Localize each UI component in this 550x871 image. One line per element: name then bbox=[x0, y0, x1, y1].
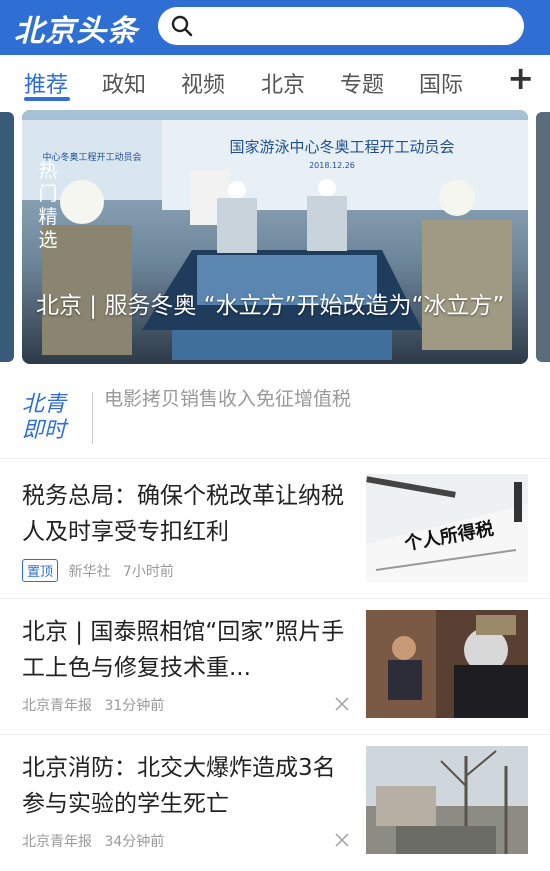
close-icon[interactable] bbox=[334, 696, 350, 712]
news-title: 北京 | 国泰照相馆“回家”照片手工上色与修复技术重... bbox=[22, 619, 345, 681]
news-thumbnail bbox=[366, 610, 528, 718]
news-time: 31分钟前 bbox=[104, 698, 165, 714]
tab-video[interactable]: 视频 bbox=[181, 67, 225, 99]
add-tab-button[interactable]: + bbox=[507, 59, 534, 97]
news-thumbnail bbox=[366, 746, 528, 854]
carousel-prev-peek[interactable] bbox=[0, 112, 14, 362]
top-bar: 北京头条 bbox=[0, 0, 550, 55]
pinned-badge: 置顶 bbox=[22, 559, 59, 582]
news-item[interactable]: 税务总局：确保个税改革让纳税人及时享受专扣红利 置顶 新华社 7小时前 个人所得… bbox=[0, 470, 550, 598]
hero-title: 北京 | 服务冬奥 “水立方”开始改造为“冰立方” bbox=[36, 293, 505, 319]
hero-card[interactable]: 国家游泳中心冬奥工程开工动员会 2018.12.26 中心冬奥工程开工动员会 热… bbox=[22, 110, 528, 364]
tab-beijing[interactable]: 北京 bbox=[261, 67, 305, 99]
category-tabs: 推荐 政知 视频 北京 专题 国际 + bbox=[0, 55, 550, 105]
app-logo: 北京头条 bbox=[14, 14, 138, 49]
news-meta: 北京青年报 31分钟前 bbox=[22, 695, 164, 715]
divider bbox=[0, 598, 550, 599]
banner-date: 2018.12.26 bbox=[309, 161, 355, 170]
active-tab-indicator bbox=[24, 97, 70, 101]
divider bbox=[0, 458, 550, 459]
hero-image: 国家游泳中心冬奥工程开工动员会 2018.12.26 中心冬奥工程开工动员会 bbox=[22, 110, 528, 364]
news-thumbnail: 个人所得税 bbox=[366, 474, 528, 582]
hot-picks-tag: 热门精选 bbox=[38, 160, 58, 251]
tab-international[interactable]: 国际 bbox=[419, 67, 463, 99]
beiqing-logo: 北青 即时 bbox=[22, 392, 67, 443]
banner-text: 国家游泳中心冬奥工程开工动员会 bbox=[229, 138, 454, 156]
divider bbox=[0, 734, 550, 735]
tab-recommend[interactable]: 推荐 bbox=[24, 67, 68, 99]
news-source: 北京青年报 bbox=[22, 698, 92, 714]
news-meta: 置顶 新华社 7小时前 bbox=[22, 559, 174, 582]
news-source: 北京青年报 bbox=[22, 834, 92, 850]
search-icon bbox=[171, 15, 193, 37]
news-item[interactable]: 北京 | 国泰照相馆“回家”照片手工上色与修复技术重... 北京青年报 31分钟… bbox=[0, 606, 550, 734]
news-time: 34分钟前 bbox=[104, 834, 165, 850]
news-source: 新华社 bbox=[68, 564, 111, 580]
divider bbox=[92, 392, 93, 444]
tab-topics[interactable]: 专题 bbox=[340, 67, 384, 99]
tab-politics[interactable]: 政知 bbox=[102, 67, 146, 99]
news-meta: 北京青年报 34分钟前 bbox=[22, 831, 164, 851]
news-title: 北京消防：北交大爆炸造成3名参与实验的学生死亡 bbox=[22, 755, 336, 817]
news-time: 7小时前 bbox=[122, 564, 174, 580]
news-item[interactable]: 北京消防：北交大爆炸造成3名参与实验的学生死亡 北京青年报 34分钟前 bbox=[0, 742, 550, 870]
close-icon[interactable] bbox=[334, 832, 350, 848]
news-title: 税务总局：确保个税改革让纳税人及时享受专扣红利 bbox=[22, 483, 344, 545]
ticker-headline[interactable]: 电影拷贝销售收入免征增值税 bbox=[104, 384, 524, 411]
search-input[interactable] bbox=[158, 7, 524, 45]
carousel-next-peek[interactable] bbox=[536, 112, 550, 362]
